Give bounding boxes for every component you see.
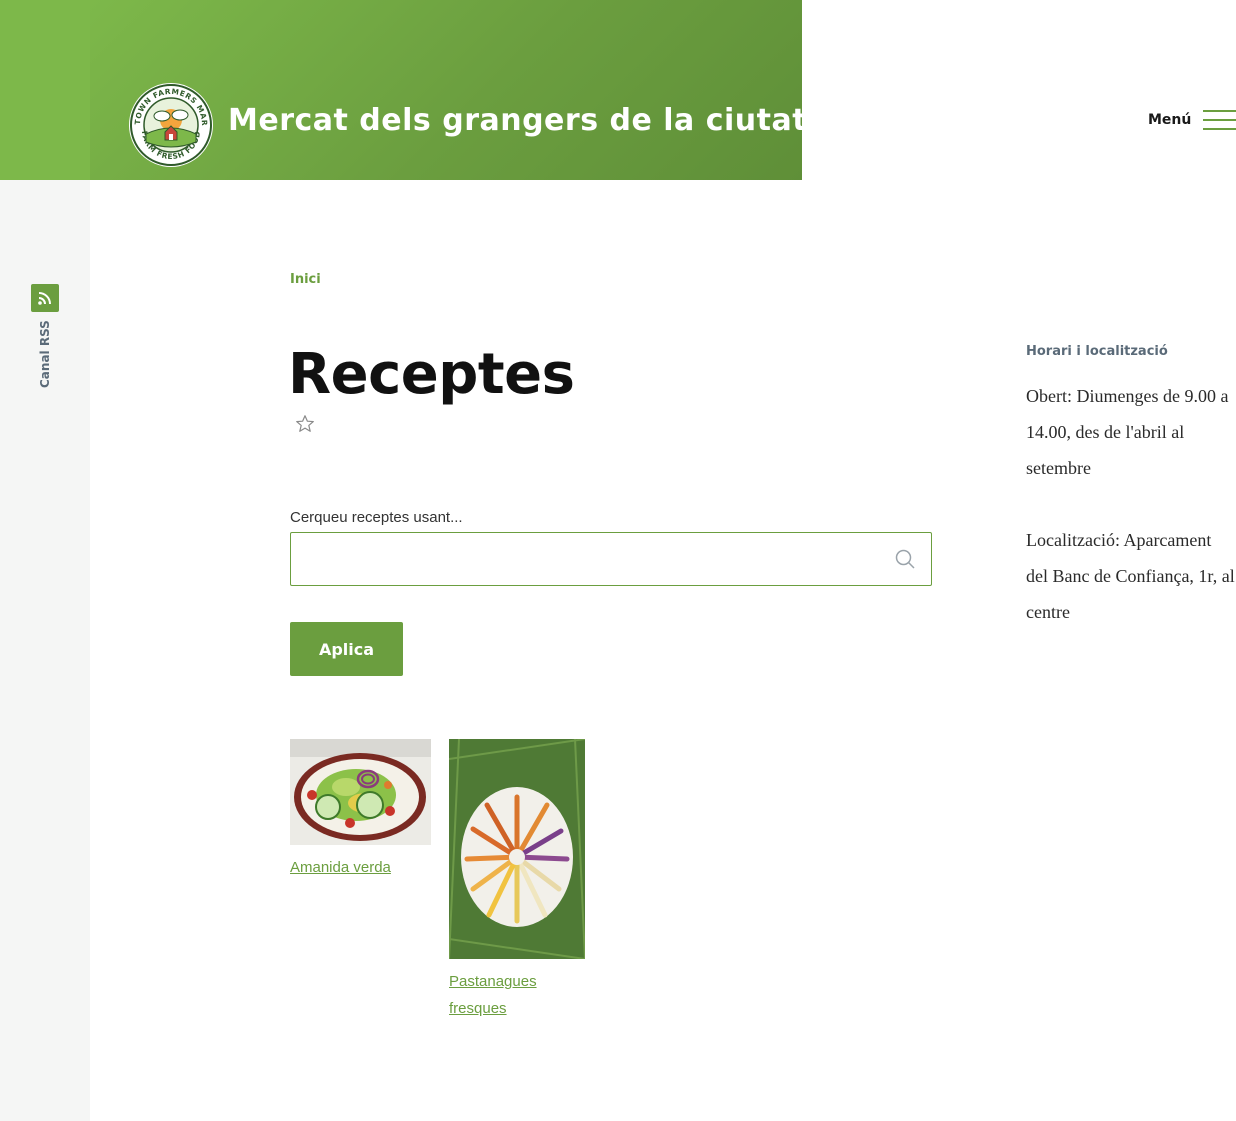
recipe-title-link[interactable]: Pastanagues fresques — [449, 968, 585, 1022]
rss-icon — [31, 284, 59, 312]
search-input[interactable] — [303, 533, 887, 587]
recipe-card: Amanida verda — [290, 739, 431, 881]
menu-label: Menú — [1148, 112, 1192, 128]
search-icon[interactable] — [895, 549, 915, 569]
site-logo[interactable]: ANYTOWN FARMERS MARKET FARM FRESH FOOD — [124, 75, 214, 168]
location: Localització: Aparcament del Banc de Con… — [1026, 530, 1235, 622]
rss-feed-link[interactable]: Canal RSS — [31, 284, 59, 388]
rainbow-carrots-image — [448, 738, 586, 960]
hours-location-info: Obert: Diumenges de 9.00 a 14.00, des de… — [1026, 378, 1236, 666]
page-title: Receptes — [288, 342, 575, 407]
recipe-title-link[interactable]: Amanida verda — [290, 854, 431, 881]
recipe-image-link[interactable] — [290, 739, 431, 849]
apply-button[interactable]: Aplica — [290, 622, 403, 676]
green-salad-image — [290, 739, 431, 845]
rss-label: Canal RSS — [38, 320, 52, 388]
star-outline-icon[interactable] — [295, 414, 315, 434]
site-title[interactable]: Mercat dels grangers de la ciutat — [228, 103, 807, 138]
sidebar-heading: Horari i localització — [1026, 344, 1168, 359]
opening-hours: Obert: Diumenges de 9.00 a 14.00, des de… — [1026, 386, 1229, 478]
recipe-card: Pastanagues fresques — [448, 738, 586, 1022]
breadcrumb-home[interactable]: Inici — [290, 272, 321, 287]
search-label: Cerqueu receptes usant... — [290, 509, 463, 526]
recipe-image-link[interactable] — [448, 738, 586, 963]
hamburger-icon — [1203, 110, 1236, 130]
menu-button[interactable]: Menú — [1148, 110, 1236, 130]
farm-logo-icon: ANYTOWN FARMERS MARKET FARM FRESH FOOD — [124, 75, 213, 167]
header-accent — [0, 0, 90, 180]
search-field[interactable] — [290, 532, 932, 587]
